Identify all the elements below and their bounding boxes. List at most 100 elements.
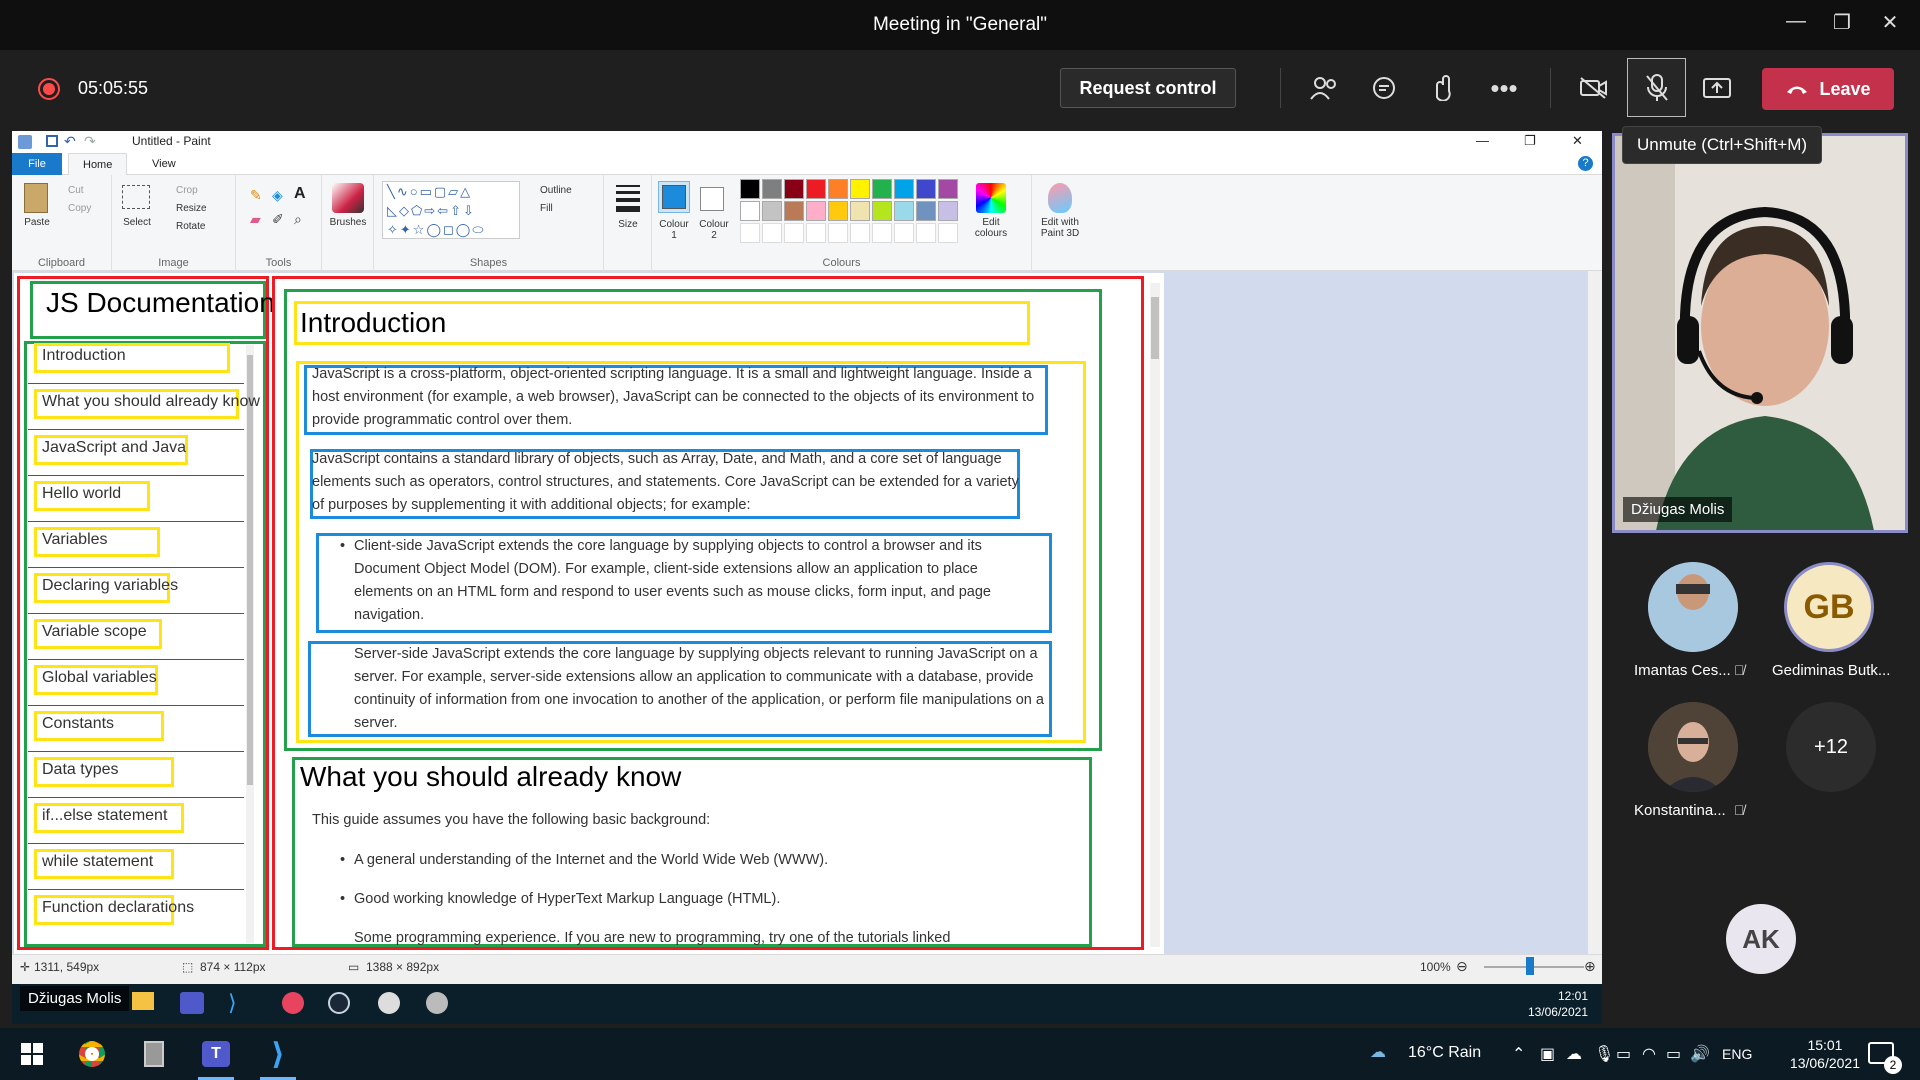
cut-button[interactable]: Cut bbox=[68, 185, 84, 196]
zoom-in-icon[interactable]: ⊕ bbox=[1584, 958, 1596, 975]
tab-view[interactable]: View bbox=[138, 153, 190, 175]
colour-swatch[interactable] bbox=[938, 223, 958, 243]
paint-vertical-scrollbar[interactable] bbox=[1588, 271, 1602, 954]
colour-swatch[interactable] bbox=[784, 201, 804, 221]
save-icon[interactable] bbox=[46, 135, 58, 147]
fill-icon[interactable]: ◈ bbox=[272, 187, 283, 204]
colour1-button[interactable] bbox=[658, 181, 690, 213]
colour-swatch[interactable] bbox=[850, 223, 870, 243]
nav-item[interactable]: Function declarations bbox=[42, 899, 194, 917]
chrome-icon[interactable] bbox=[66, 1028, 118, 1080]
volume-icon[interactable]: 🔊 bbox=[1690, 1044, 1710, 1064]
reactions-icon[interactable] bbox=[1424, 70, 1464, 106]
fill-button[interactable]: Fill bbox=[540, 203, 553, 214]
colour-swatch[interactable] bbox=[806, 201, 826, 221]
colour-swatch[interactable] bbox=[784, 179, 804, 199]
outline-button[interactable]: Outline bbox=[540, 185, 572, 196]
colour-swatch[interactable] bbox=[806, 223, 826, 243]
nav-item[interactable]: while statement bbox=[42, 853, 153, 871]
colour-swatch[interactable] bbox=[894, 179, 914, 199]
main-scrollbar[interactable] bbox=[1150, 283, 1160, 947]
colour-swatch[interactable] bbox=[850, 201, 870, 221]
avatar-imantas[interactable] bbox=[1648, 562, 1738, 652]
colour-swatch[interactable] bbox=[828, 201, 848, 221]
edit-colours-button[interactable]: Edit colours bbox=[968, 217, 1014, 239]
start-icon[interactable] bbox=[6, 1028, 58, 1080]
language-indicator[interactable]: ENG bbox=[1722, 1046, 1752, 1062]
paste-icon[interactable] bbox=[24, 183, 48, 213]
calculator-icon[interactable] bbox=[128, 1028, 180, 1080]
help-icon[interactable]: ? bbox=[1578, 156, 1593, 171]
colour-swatch[interactable] bbox=[938, 179, 958, 199]
nav-item[interactable]: Constants bbox=[42, 715, 114, 733]
colour-swatch[interactable] bbox=[828, 223, 848, 243]
pencil-icon[interactable]: ✎ bbox=[250, 187, 262, 204]
colour-swatch[interactable] bbox=[872, 179, 892, 199]
colour-swatch[interactable] bbox=[916, 201, 936, 221]
system-clock[interactable]: 15:01 13/06/2021 bbox=[1790, 1036, 1860, 1072]
avatar-gediminas[interactable]: GB bbox=[1784, 562, 1874, 652]
rotate-button[interactable]: Rotate bbox=[176, 221, 205, 232]
colour-swatch[interactable] bbox=[740, 223, 760, 243]
nav-item[interactable]: if...else statement bbox=[42, 807, 167, 825]
colour-swatch[interactable] bbox=[850, 179, 870, 199]
request-control-button[interactable]: Request control bbox=[1060, 68, 1236, 108]
paint-close-icon[interactable]: ✕ bbox=[1572, 133, 1583, 149]
nav-item[interactable]: What you should already know bbox=[42, 393, 260, 411]
colour-swatch[interactable] bbox=[806, 179, 826, 199]
nav-item[interactable]: Introduction bbox=[42, 347, 126, 365]
tab-home[interactable]: Home bbox=[68, 153, 128, 175]
colour-swatch[interactable] bbox=[740, 179, 760, 199]
avatar-konstantina[interactable] bbox=[1648, 702, 1738, 792]
teams-taskbar-icon[interactable]: T bbox=[190, 1028, 242, 1080]
colour-swatch[interactable] bbox=[762, 223, 782, 243]
magnifier-icon[interactable]: ⌕ bbox=[294, 211, 302, 228]
nav-item[interactable]: Data types bbox=[42, 761, 118, 779]
paint3d-icon[interactable] bbox=[1048, 183, 1072, 213]
share-screen-icon[interactable] bbox=[1697, 70, 1737, 106]
nav-item[interactable]: Declaring variables bbox=[42, 577, 178, 595]
main-participant-video[interactable]: Džiugas Molis bbox=[1612, 133, 1908, 533]
tray-chevron-icon[interactable]: ⌃ bbox=[1512, 1044, 1525, 1064]
eraser-icon[interactable]: ▰ bbox=[250, 211, 261, 228]
paint3d-button[interactable]: Edit with Paint 3D bbox=[1032, 217, 1088, 239]
nav-item[interactable]: JavaScript and Java bbox=[42, 439, 186, 457]
paint-canvas[interactable]: JS Documentation Introduction What you sh… bbox=[14, 273, 1164, 954]
colour-swatch[interactable] bbox=[894, 223, 914, 243]
wifi-icon[interactable]: ◠ bbox=[1642, 1044, 1656, 1064]
meet-now-icon[interactable]: ▭ bbox=[1616, 1044, 1631, 1064]
colour-swatch[interactable] bbox=[828, 179, 848, 199]
nav-item[interactable]: Hello world bbox=[42, 485, 121, 503]
chat-icon[interactable] bbox=[1364, 70, 1404, 106]
mic-muted-button[interactable] bbox=[1627, 58, 1686, 117]
leave-button[interactable]: Leave bbox=[1762, 68, 1894, 110]
colour-swatch[interactable] bbox=[916, 179, 936, 199]
nav-item[interactable]: Variable scope bbox=[42, 623, 147, 641]
battery-icon[interactable]: ▭ bbox=[1666, 1044, 1681, 1064]
crop-button[interactable]: Crop bbox=[176, 185, 198, 196]
colour-swatch[interactable] bbox=[762, 179, 782, 199]
zoom-out-icon[interactable]: ⊖ bbox=[1456, 958, 1468, 975]
colour-swatch[interactable] bbox=[762, 201, 782, 221]
colour-swatch[interactable] bbox=[916, 223, 936, 243]
tab-file[interactable]: File bbox=[12, 153, 62, 175]
select-button[interactable]: Select bbox=[120, 217, 154, 228]
text-icon[interactable]: A bbox=[294, 185, 306, 203]
close-icon[interactable]: ✕ bbox=[1870, 10, 1910, 38]
more-options-icon[interactable]: ••• bbox=[1484, 70, 1524, 106]
mic-icon[interactable]: 🎙 bbox=[1594, 1044, 1614, 1064]
shapes-gallery[interactable]: ╲∿○▭▢▱△ ◺◇⬠⇨⇦⇧⇩ ✧✦☆◯◻◯⬭ bbox=[382, 181, 520, 239]
paint-minimize-icon[interactable]: — bbox=[1476, 133, 1489, 148]
resize-button[interactable]: Resize bbox=[176, 203, 207, 214]
onedrive-icon[interactable]: ☁ bbox=[1566, 1044, 1582, 1064]
size-button[interactable]: Size bbox=[612, 219, 644, 230]
select-icon[interactable] bbox=[122, 185, 150, 209]
nav-item[interactable]: Global variables bbox=[42, 669, 157, 687]
color-picker-icon[interactable]: ✐ bbox=[272, 211, 284, 228]
colour-swatch[interactable] bbox=[894, 201, 914, 221]
maximize-icon[interactable]: ❐ bbox=[1822, 10, 1862, 38]
edit-colours-icon[interactable] bbox=[976, 183, 1006, 213]
zoom-slider-thumb[interactable] bbox=[1526, 957, 1534, 975]
copy-button[interactable]: Copy bbox=[68, 203, 91, 214]
undo-icon[interactable]: ↶ bbox=[64, 133, 76, 150]
